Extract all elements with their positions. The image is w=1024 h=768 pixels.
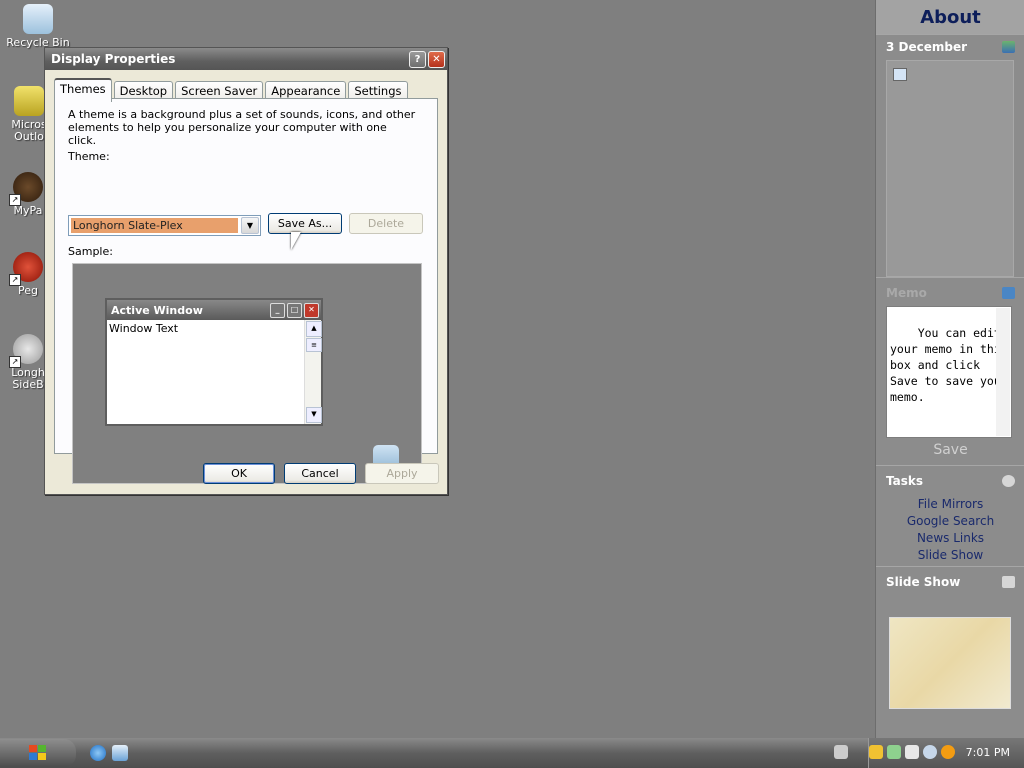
internet-explorer-icon[interactable] bbox=[90, 745, 106, 761]
mouse-cursor-icon bbox=[291, 232, 301, 250]
sample-window-body: Window Text ▲ ≡ ▼ bbox=[107, 320, 322, 424]
keyboard-icon[interactable] bbox=[834, 745, 848, 759]
memo-save-button[interactable]: Save bbox=[876, 442, 1024, 458]
start-button[interactable] bbox=[0, 739, 76, 767]
task-link[interactable]: News Links bbox=[876, 530, 1024, 547]
sample-window-title: Active Window bbox=[111, 303, 203, 317]
theme-select-value: Longhorn Slate-Plex bbox=[71, 218, 238, 233]
security-shield-icon[interactable] bbox=[869, 745, 883, 759]
help-icon[interactable]: ? bbox=[409, 50, 426, 68]
divider bbox=[876, 566, 1024, 567]
cancel-button[interactable]: Cancel bbox=[284, 463, 356, 484]
tasks-heading-label: Tasks bbox=[886, 474, 924, 488]
outlook-icon bbox=[14, 86, 44, 116]
memo-icon[interactable] bbox=[1002, 287, 1015, 299]
memo-textarea[interactable]: You can edit your memo in this box and c… bbox=[886, 306, 1012, 438]
longhorn-sidebar: About 3 December Memo You can edit your … bbox=[875, 0, 1024, 738]
search-icon[interactable] bbox=[941, 745, 955, 759]
divider bbox=[876, 277, 1024, 278]
calendar-heading: 3 December bbox=[876, 36, 1024, 58]
task-link[interactable]: Google Search bbox=[876, 513, 1024, 530]
scroll-thumb: ≡ bbox=[306, 338, 322, 352]
dialog-title: Display Properties bbox=[51, 52, 176, 66]
shortcut-arrow-icon: ↗ bbox=[9, 274, 21, 286]
sample-scrollbar: ▲ ≡ ▼ bbox=[304, 320, 322, 424]
system-tray: 7:01 PM bbox=[868, 738, 1024, 768]
calendar-settings-icon[interactable] bbox=[1002, 41, 1015, 53]
sidebar-about-title: About bbox=[920, 7, 981, 28]
image-placeholder-icon bbox=[893, 68, 907, 81]
sample-label: Sample: bbox=[68, 245, 113, 258]
close-icon: ✕ bbox=[304, 302, 319, 318]
sample-window-titlebar: Active Window _ □ ✕ bbox=[107, 300, 321, 320]
display-properties-dialog: Display Properties ? ✕ Themes Desktop Sc… bbox=[44, 47, 448, 495]
slideshow-heading-label: Slide Show bbox=[886, 575, 961, 589]
themes-panel: A theme is a background plus a set of so… bbox=[54, 98, 438, 484]
taskbar: 7:01 PM bbox=[0, 738, 1024, 768]
divider bbox=[876, 34, 1024, 35]
maximize-icon: □ bbox=[287, 302, 302, 318]
theme-select[interactable]: Longhorn Slate-Plex ▼ bbox=[68, 215, 261, 236]
volume-icon[interactable] bbox=[923, 745, 937, 759]
sample-active-window: Active Window _ □ ✕ Window Text ▲ ≡ ▼ bbox=[105, 298, 323, 426]
sidebar-app-icon: ↗ bbox=[9, 334, 43, 368]
tasks-settings-icon[interactable] bbox=[1002, 475, 1015, 487]
themes-description: A theme is a background plus a set of so… bbox=[68, 108, 416, 147]
sidebar-calendar-section: 3 December bbox=[876, 36, 1024, 277]
memo-scrollbar[interactable] bbox=[996, 308, 1010, 436]
minimize-icon: _ bbox=[270, 302, 285, 318]
peg-game-icon: ↗ bbox=[9, 252, 43, 286]
memo-heading-label: Memo bbox=[886, 286, 927, 300]
sidebar-tray-icon[interactable] bbox=[905, 745, 919, 759]
sidebar-memo-section: Memo bbox=[876, 282, 1024, 304]
theme-label: Theme: bbox=[68, 150, 110, 163]
desktop-icon-recycle-bin[interactable]: Recycle Bin bbox=[3, 4, 73, 49]
sample-window-text: Window Text bbox=[109, 322, 179, 335]
network-icon[interactable] bbox=[887, 745, 901, 759]
ok-button[interactable]: OK bbox=[203, 463, 275, 484]
slideshow-heading: Slide Show bbox=[876, 571, 1024, 593]
shortcut-arrow-icon: ↗ bbox=[9, 194, 21, 206]
slideshow-image[interactable] bbox=[889, 617, 1011, 709]
sidebar-tasks-section: Tasks File Mirrors Google Search News Li… bbox=[876, 470, 1024, 564]
slideshow-settings-icon[interactable] bbox=[1002, 576, 1015, 588]
memo-heading: Memo bbox=[876, 282, 1024, 304]
save-as-button[interactable]: Save As... bbox=[268, 213, 342, 234]
apply-button[interactable]: Apply bbox=[365, 463, 439, 484]
scroll-up-icon: ▲ bbox=[306, 321, 322, 337]
sidebar-slideshow-section: Slide Show bbox=[876, 571, 1024, 593]
divider bbox=[876, 465, 1024, 466]
dialog-titlebar[interactable]: Display Properties ? ✕ bbox=[45, 48, 447, 70]
tab-themes[interactable]: Themes bbox=[54, 78, 112, 102]
calendar-date: 3 December bbox=[886, 40, 968, 54]
task-link[interactable]: Slide Show bbox=[876, 547, 1024, 564]
tasks-heading: Tasks bbox=[876, 470, 1024, 492]
windows-logo-icon bbox=[29, 745, 46, 760]
scroll-down-icon: ▼ bbox=[306, 407, 322, 423]
recycle-bin-icon bbox=[23, 4, 53, 34]
delete-button[interactable]: Delete bbox=[349, 213, 423, 234]
taskbar-clock[interactable]: 7:01 PM bbox=[966, 746, 1010, 759]
close-icon[interactable]: ✕ bbox=[428, 50, 445, 68]
sidebar-about-header[interactable]: About bbox=[876, 0, 1024, 34]
theme-sample-preview: Active Window _ □ ✕ Window Text ▲ ≡ ▼ bbox=[72, 263, 422, 484]
monkey-icon: ↗ bbox=[9, 172, 43, 206]
quick-launch-icon[interactable] bbox=[112, 745, 128, 761]
shortcut-arrow-icon: ↗ bbox=[9, 356, 21, 368]
chevron-down-icon[interactable]: ▼ bbox=[241, 217, 259, 234]
calendar-picture-frame bbox=[886, 60, 1014, 277]
task-link[interactable]: File Mirrors bbox=[876, 496, 1024, 513]
